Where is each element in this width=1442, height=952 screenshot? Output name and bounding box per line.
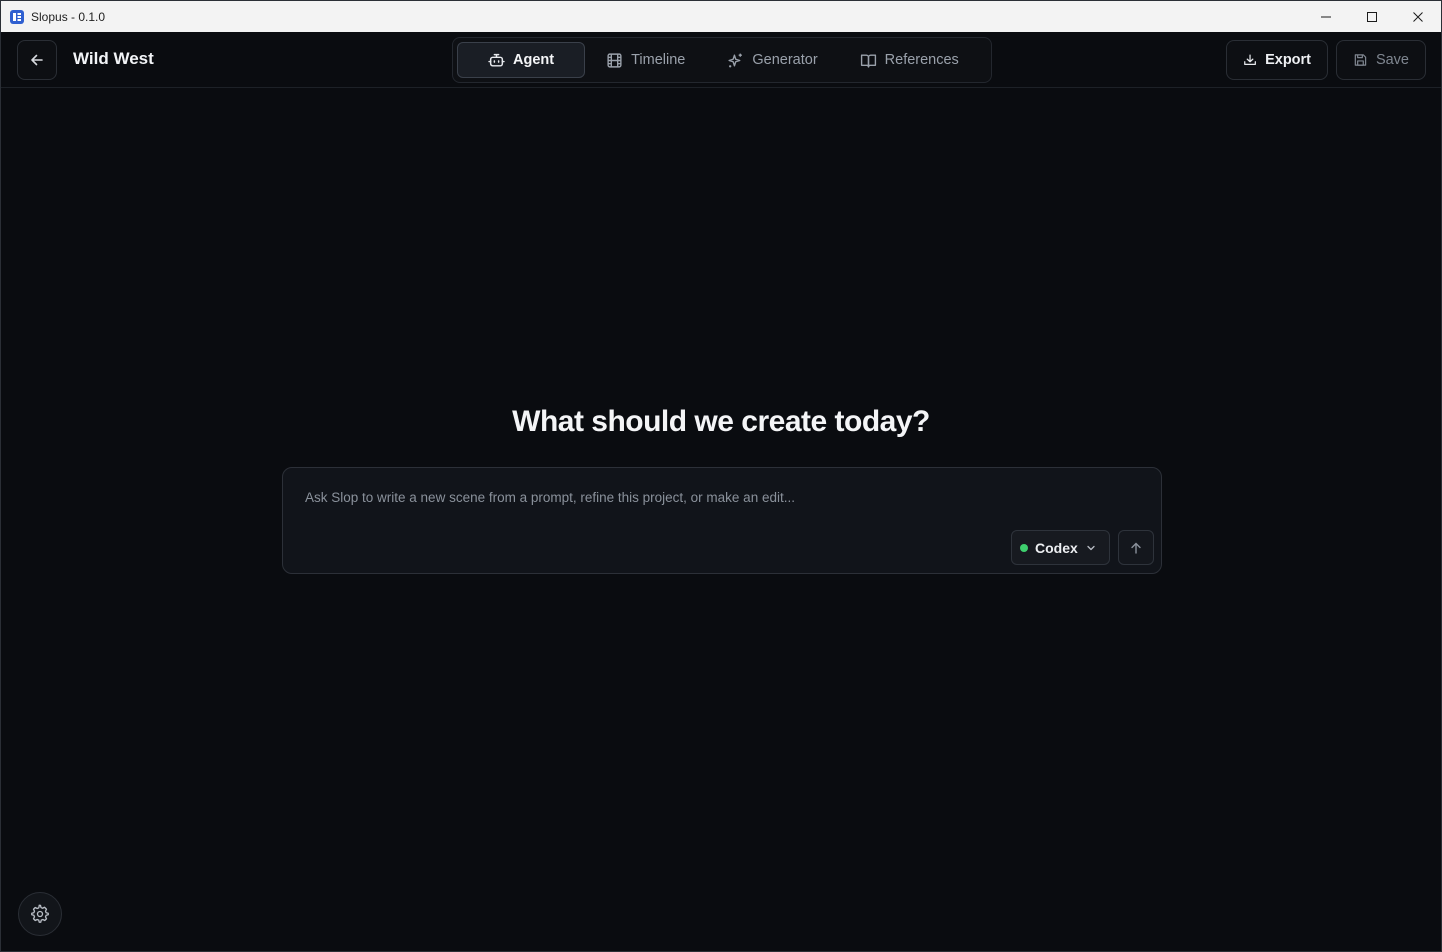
arrow-up-icon	[1131, 542, 1141, 554]
close-button[interactable]	[1395, 1, 1441, 32]
export-button[interactable]: Export	[1226, 40, 1328, 80]
page-headline: What should we create today?	[512, 405, 930, 438]
tab-references-label: References	[884, 52, 959, 68]
tab-generator-label: Generator	[752, 52, 818, 68]
project-title: Wild West	[73, 49, 154, 68]
chevron-down-icon	[1087, 545, 1095, 550]
send-button[interactable]	[1118, 530, 1154, 565]
sparkles-icon	[728, 53, 743, 67]
settings-button[interactable]	[18, 892, 62, 936]
app-logo-icon	[9, 9, 25, 25]
back-button[interactable]	[17, 40, 57, 80]
film-icon	[607, 52, 622, 68]
app-window: Slopus - 0.1.0 Wild West Agent Timeline …	[0, 0, 1442, 952]
view-tabs: Agent Timeline Generator References	[452, 37, 992, 83]
tab-agent-label: Agent	[513, 52, 555, 68]
close-icon	[1413, 11, 1423, 22]
tab-references[interactable]: References	[839, 42, 980, 78]
prompt-composer: Codex	[282, 467, 1162, 574]
model-selector[interactable]: Codex	[1011, 530, 1110, 565]
minimize-icon	[1321, 16, 1331, 17]
window-controls	[1303, 1, 1441, 32]
tab-agent[interactable]: Agent	[457, 42, 586, 78]
minimize-button[interactable]	[1303, 1, 1349, 32]
tab-generator[interactable]: Generator	[706, 42, 838, 78]
model-status-dot	[1020, 543, 1028, 552]
save-label: Save	[1375, 52, 1409, 68]
tab-timeline[interactable]: Timeline	[585, 42, 706, 78]
save-icon	[1354, 54, 1367, 66]
tab-timeline-label: Timeline	[631, 52, 686, 68]
window-title: Slopus - 0.1.0	[31, 9, 106, 24]
model-label: Codex	[1035, 539, 1078, 556]
prompt-input[interactable]	[305, 486, 1135, 508]
download-icon	[1244, 54, 1256, 66]
save-button[interactable]: Save	[1336, 40, 1426, 80]
gear-icon	[31, 904, 49, 923]
book-open-icon	[860, 53, 876, 68]
os-titlebar[interactable]: Slopus - 0.1.0	[1, 1, 1441, 32]
app-header: Wild West Agent Timeline Generator Refer…	[1, 32, 1441, 88]
export-label: Export	[1265, 52, 1311, 68]
maximize-icon	[1367, 11, 1377, 22]
bot-icon	[488, 53, 505, 67]
maximize-button[interactable]	[1349, 1, 1395, 32]
arrow-left-icon	[31, 54, 43, 66]
